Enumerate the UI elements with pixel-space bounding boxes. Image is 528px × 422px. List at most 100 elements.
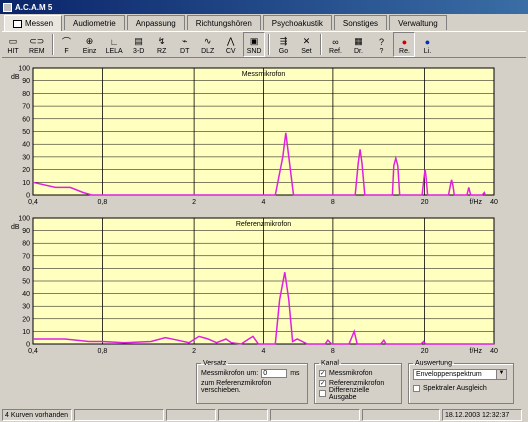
tab-label: Audiometrie <box>73 18 116 28</box>
tool-label: REM <box>29 48 45 55</box>
tab-sonstiges[interactable]: Sonstiges <box>333 15 388 30</box>
set-button[interactable]: ✕ Set <box>295 32 317 57</box>
go-icon: ⇶ <box>279 36 288 46</box>
status-cell-empty <box>362 409 440 421</box>
hit-button[interactable]: ▭ HIT <box>2 32 24 57</box>
checkbox-label: Differenzielle Ausgabe <box>328 386 370 401</box>
y-tick-label: 40 <box>22 142 30 149</box>
auswertung-legend: Auswertung <box>415 360 452 367</box>
help-icon: ? <box>378 36 384 47</box>
checkbox-unchecked-icon <box>319 390 326 397</box>
x-tick-label: 2 <box>192 348 196 355</box>
rem-button[interactable]: ⊂⊃ REM <box>25 32 49 57</box>
tab-label: Messen <box>25 19 54 28</box>
y-axis-label: dB <box>11 224 20 231</box>
printer-icon: ▦ <box>354 36 363 46</box>
single-button[interactable]: ⊕ Einz <box>79 32 101 57</box>
tool-label: RZ <box>157 48 167 55</box>
tool-label: Li. <box>423 48 432 55</box>
print-button[interactable]: ▦ Dr. <box>347 32 369 57</box>
spektraler-ausgleich-checkbox[interactable]: Spektraler Ausgleich <box>413 384 509 393</box>
tool-label: DLZ <box>201 48 215 55</box>
status-bar: 4 Kurven vorhanden 18.12.2003 12:32:37 <box>0 408 528 422</box>
chart-title: Referenzmikrofon <box>236 221 291 228</box>
y-tick-label: 70 <box>22 104 30 111</box>
tab-label: Anpassung <box>135 18 176 28</box>
ref-button[interactable]: ∞ Ref. <box>324 32 346 57</box>
y-tick-label: 50 <box>22 279 30 286</box>
toolbar: ▭ HIT ⊂⊃ REM ⌒ F ⊕ Einz ∟ LELA ▤ 3-D ↯ RZ ⌁ DT ∿… <box>2 31 526 58</box>
tab-anpassung[interactable]: Anpassung <box>126 15 185 30</box>
y-tick-label: 20 <box>22 167 30 174</box>
x-axis-label: f/Hz <box>470 348 483 355</box>
single-icon: ⊕ <box>85 36 94 46</box>
tab-verwaltung[interactable]: Verwaltung <box>389 15 447 30</box>
messmikrofon-checkbox[interactable]: ✓ Messmikrofon <box>319 369 397 378</box>
x-tick-label: 20 <box>421 348 429 355</box>
x-tick-label: 0,8 <box>98 199 108 206</box>
tab-richtungshoeren[interactable]: Richtungshören <box>186 15 261 30</box>
tool-label: Dr. <box>353 48 363 55</box>
tab-audiometrie[interactable]: Audiometrie <box>64 15 125 30</box>
right-ear-button[interactable]: ● Re. <box>393 32 416 57</box>
dlz-button[interactable]: ∿ DLZ <box>197 32 219 57</box>
auswertung-select[interactable]: Enveloppenspektrum ▼ <box>413 369 507 380</box>
versatz-description: zum Referenzmikrofon verschieben. <box>201 379 272 394</box>
kanal-group: Kanal ✓ Messmikrofon ✓ Referenzmikrofon Di… <box>314 360 402 404</box>
tool-label: LELA <box>105 48 123 55</box>
tab-label: Richtungshören <box>195 18 252 28</box>
rz-button[interactable]: ↯ RZ <box>151 32 173 57</box>
y-tick-label: 80 <box>22 241 30 248</box>
chevron-down-icon: ▼ <box>496 370 506 379</box>
status-cell-empty <box>218 409 268 421</box>
lela-button[interactable]: ∟ LELA <box>102 32 127 57</box>
toolbar-separator <box>51 34 54 55</box>
x-tick-label: 40 <box>490 199 498 206</box>
y-tick-label: 40 <box>22 291 30 298</box>
glasses-icon: ∞ <box>332 36 339 47</box>
y-tick-label: 10 <box>22 180 30 187</box>
dt-icon: ⌁ <box>181 36 188 46</box>
checkbox-label: Spektraler Ausgleich <box>423 385 487 392</box>
snd-button[interactable]: ▣ SND <box>242 32 266 57</box>
x-tick-label: 0,8 <box>98 348 108 355</box>
y-tick-label: 90 <box>22 228 30 235</box>
dlz-icon: ∿ <box>203 36 212 46</box>
y-tick-label: 80 <box>22 91 30 98</box>
toolbar-separator <box>268 34 271 55</box>
status-cell-empty <box>270 409 360 421</box>
settings-icon: ✕ <box>302 36 311 46</box>
left-ear-button[interactable]: ● Li. <box>416 32 438 57</box>
tab-label: Verwaltung <box>398 18 438 28</box>
3d-button[interactable]: ▤ 3-D <box>128 32 150 57</box>
cv-icon: ⋀ <box>226 36 235 46</box>
window-title: A.C.A.M 5 <box>15 2 53 12</box>
y-tick-label: 10 <box>22 329 30 336</box>
tool-label: Ref. <box>329 48 342 55</box>
versatz-label: Messmikrofon um: <box>201 370 259 377</box>
right-ear-icon: ● <box>401 36 408 47</box>
tool-label: Einz <box>82 48 97 55</box>
differenzielle-ausgabe-checkbox[interactable]: Differenzielle Ausgabe <box>319 386 397 401</box>
auswertung-group: Auswertung Enveloppenspektrum ▼ Spektrale… <box>408 360 514 404</box>
tool-label: F <box>64 48 69 55</box>
versatz-legend: Versatz <box>203 360 227 367</box>
toolbar-separator <box>320 34 323 55</box>
x-tick-label: 8 <box>331 348 335 355</box>
x-axis-label: f/Hz <box>470 199 483 206</box>
go-button[interactable]: ⇶ Go <box>272 32 294 57</box>
frequency-button[interactable]: ⌒ F <box>56 32 78 57</box>
dt-button[interactable]: ⌁ DT <box>174 32 196 57</box>
tab-messen[interactable]: Messen <box>4 15 63 31</box>
cv-button[interactable]: ⋀ CV <box>220 32 242 57</box>
status-curves: 4 Kurven vorhanden <box>2 409 72 421</box>
chart-title: Messmikrofon <box>242 71 286 78</box>
tab-psychoakustik[interactable]: Psychoakustik <box>262 15 332 30</box>
x-tick-label: 0,4 <box>28 348 38 355</box>
checkbox-checked-icon: ✓ <box>319 370 326 377</box>
tab-label: Psychoakustik <box>271 18 323 28</box>
bottom-panel: Versatz Messmikrofon um: 0 ms zum Referenz… <box>0 360 528 408</box>
kanal-legend: Kanal <box>321 360 339 367</box>
help-button[interactable]: ?? <box>370 32 392 57</box>
versatz-input[interactable]: 0 <box>261 369 288 378</box>
